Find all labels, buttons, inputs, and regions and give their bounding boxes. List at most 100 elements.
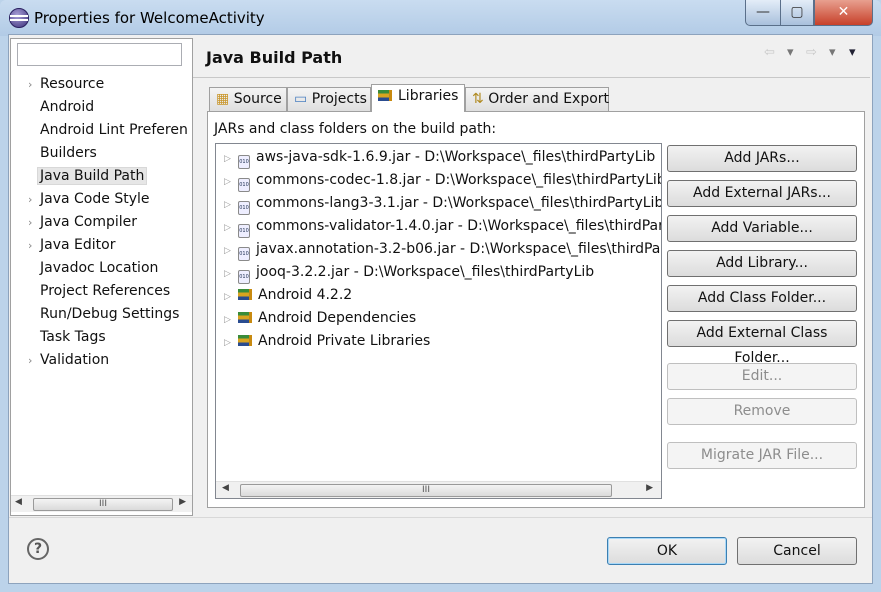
forward-dropdown-icon[interactable]: ▾ [829,45,836,60]
sidebar-item-label: Java Editor [40,237,116,253]
entry-label: Android Private Libraries [258,333,431,349]
tab-order-and-export[interactable]: ⇅ Order and Export [465,87,609,112]
sidebar-item-label: Project References [40,283,171,299]
migrate-jar-file-button: Migrate JAR File... [667,442,857,469]
expand-triangle-icon[interactable]: ▷ [224,286,238,308]
sidebar-item-label: Task Tags [40,329,106,345]
cancel-button[interactable]: Cancel [737,537,857,565]
jar-icon: 010 [238,155,250,169]
list-item[interactable]: ▷ 010 commons-codec-1.8.jar - D:\Workspace… [224,169,662,193]
sidebar-item[interactable]: › Java Editor [28,234,115,256]
library-icon [238,312,252,323]
sidebar-item-label: Java Build Path [37,167,148,185]
forward-arrow-icon[interactable]: ⇨ [806,45,817,60]
list-item[interactable]: ▷ 010 commons-lang3-3.1.jar - D:\Workspace… [224,192,662,216]
build-path-list[interactable]: ◀ III ▶ ▷ 010 aws-java-sdk-1.6.9.jar - D:\Wo… [215,143,662,499]
chevron-right-icon[interactable]: › [28,235,40,257]
entry-label: commons-validator-1.4.0.jar - D:\Workspa… [256,218,662,234]
add-external-class-folder-button[interactable]: Add External Class Folder... [667,320,857,366]
sidebar-item-label: Java Code Style [40,191,150,207]
tab-projects[interactable]: ▭ Projects [287,87,371,112]
sidebar-item-label: Resource [40,76,105,92]
entry-label: jooq-3.2.2.jar - D:\Workspace\_files\thi… [256,264,595,280]
entry-label: commons-lang3-3.1.jar - D:\Workspace\_fi… [256,195,662,211]
sidebar-item-label: Android Lint Preferen [40,122,188,138]
sidebar-item[interactable]: Java Build Path [28,165,148,187]
add-class-folder-button[interactable]: Add Class Folder... [667,285,857,312]
sidebar-item-label: Builders [40,145,97,161]
help-icon[interactable]: ? [27,538,49,560]
expand-triangle-icon[interactable]: ▷ [224,332,238,354]
list-hscrollbar[interactable]: ◀ III ▶ [216,481,661,498]
filter-input[interactable] [17,43,182,66]
minimize-button[interactable]: — [745,0,781,26]
jar-icon: 010 [238,178,250,192]
chevron-right-icon[interactable]: › [28,212,40,234]
list-item[interactable]: ▷ 010 jooq-3.2.2.jar - D:\Workspace\_files… [224,261,595,285]
library-icon [238,335,252,346]
add-external-jars-button[interactable]: Add External JARs... [667,180,857,207]
list-item[interactable]: ▷ 010 aws-java-sdk-1.6.9.jar - D:\Workspac… [224,146,655,170]
expand-triangle-icon[interactable]: ▷ [224,263,238,285]
jar-icon: 010 [238,270,250,284]
expand-triangle-icon[interactable]: ▷ [224,171,238,193]
ok-button[interactable]: OK [607,537,727,565]
sidebar-item[interactable]: Task Tags [28,326,106,348]
sidebar-item[interactable]: Project References [28,280,170,302]
sidebar-item-label: Run/Debug Settings [40,306,180,322]
back-dropdown-icon[interactable]: ▾ [787,45,794,60]
page-title: Java Build Path [206,48,343,67]
jar-icon: 010 [238,224,250,238]
maximize-button[interactable]: ▢ [780,0,814,26]
jar-icon: 010 [238,247,250,261]
sidebar-item[interactable]: › Resource [28,73,104,95]
expand-triangle-icon[interactable]: ▷ [224,148,238,170]
projects-folder-icon: ▭ [294,91,308,107]
expand-triangle-icon[interactable]: ▷ [224,217,238,239]
remove-button: Remove [667,398,857,425]
sidebar-item[interactable]: Android Lint Preferen [28,119,188,141]
entry-label: javax.annotation-3.2-b06.jar - D:\Worksp… [256,241,662,257]
eclipse-icon [9,8,29,28]
chevron-right-icon[interactable]: › [28,74,40,96]
libraries-label: JARs and class folders on the build path… [214,121,497,137]
entry-label: Android 4.2.2 [258,287,353,303]
divider [9,517,872,518]
expand-triangle-icon[interactable]: ▷ [224,240,238,262]
list-item[interactable]: ▷ Android Dependencies [224,307,416,329]
sidebar-item[interactable]: Javadoc Location [28,257,158,279]
library-icon [378,90,392,101]
tab-libraries[interactable]: Libraries [371,84,465,112]
list-item[interactable]: ▷ Android Private Libraries [224,330,430,352]
tree-hscrollbar[interactable]: ◀ III ▶ [11,495,192,512]
sidebar-item-label: Javadoc Location [40,260,159,276]
expand-triangle-icon[interactable]: ▷ [224,194,238,216]
list-item[interactable]: ▷ 010 commons-validator-1.4.0.jar - D:\Wor… [224,215,662,239]
list-item[interactable]: ▷ 010 javax.annotation-3.2-b06.jar - D:\Wo… [224,238,662,262]
sidebar-item[interactable]: Android [28,96,94,118]
expand-triangle-icon[interactable]: ▷ [224,309,238,331]
sidebar-item[interactable]: › Validation [28,349,109,371]
entry-label: commons-codec-1.8.jar - D:\Workspace\_fi… [256,172,662,188]
sidebar-item[interactable]: › Java Code Style [28,188,149,210]
add-jars-button[interactable]: Add JARs... [667,145,857,172]
chevron-right-icon[interactable]: › [28,189,40,211]
sidebar-item[interactable]: › Java Compiler [28,211,137,233]
close-button[interactable]: ✕ [814,0,873,26]
sidebar-item-label: Android [40,99,95,115]
sidebar-item[interactable]: Builders [28,142,97,164]
tab-source[interactable]: ▦ Source [209,87,287,112]
window-title: Properties for WelcomeActivity [34,9,265,27]
view-menu-icon[interactable]: ▾ [849,45,856,60]
sidebar-item-label: Java Compiler [40,214,138,230]
add-variable-button[interactable]: Add Variable... [667,215,857,242]
edit-button: Edit... [667,363,857,390]
sidebar-item[interactable]: Run/Debug Settings [28,303,179,325]
divider [193,77,870,78]
add-library-button[interactable]: Add Library... [667,250,857,277]
chevron-right-icon[interactable]: › [28,350,40,372]
jar-icon: 010 [238,201,250,215]
back-arrow-icon[interactable]: ⇦ [764,45,775,60]
order-export-icon: ⇅ [472,91,484,107]
list-item[interactable]: ▷ Android 4.2.2 [224,284,352,306]
